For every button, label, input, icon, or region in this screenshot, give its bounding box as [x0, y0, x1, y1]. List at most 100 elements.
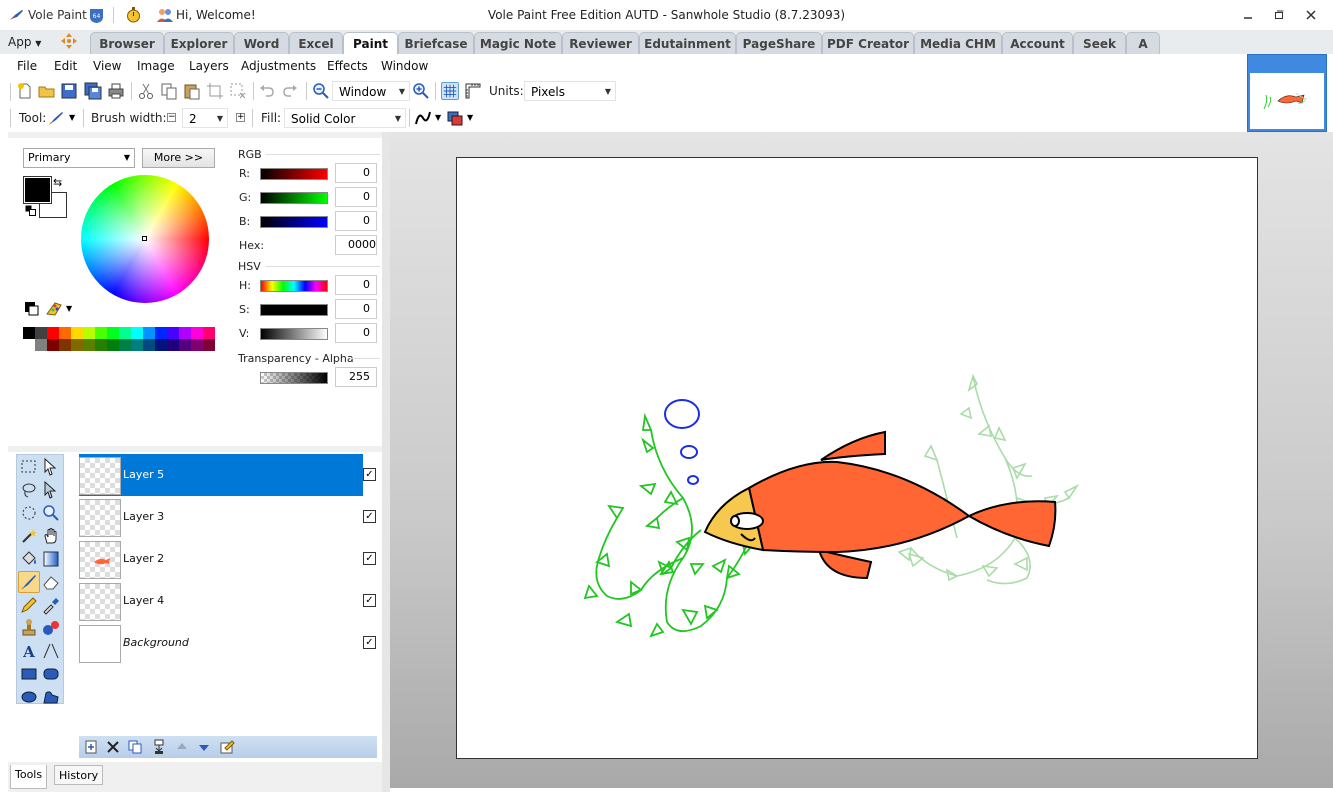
palette-swatch[interactable]	[167, 327, 179, 339]
menu-adjustments[interactable]: Adjustments	[241, 58, 316, 74]
layer-visibility-checkbox[interactable]: ✓	[363, 552, 376, 565]
palette-swatch[interactable]	[35, 327, 47, 339]
paintbrush-tool-selected[interactable]	[18, 571, 40, 593]
layer-visibility-checkbox[interactable]: ✓	[363, 594, 376, 607]
palette-swatch[interactable]	[95, 327, 107, 339]
move-layer-down-icon[interactable]	[196, 739, 212, 755]
color-mode-select[interactable]: Primary ▼	[23, 148, 135, 168]
layer-visibility-checkbox[interactable]: ✓	[363, 468, 376, 481]
palette-swatch[interactable]	[143, 339, 155, 351]
grid-toggle-icon[interactable]	[441, 82, 459, 100]
tab-edutainment[interactable]: Edutainment	[639, 32, 736, 54]
palette-swatch[interactable]	[155, 327, 167, 339]
palette-swatch[interactable]	[59, 327, 71, 339]
hex-value[interactable]: 000000	[335, 235, 377, 255]
reset-colors-icon[interactable]	[25, 205, 36, 216]
rectangle-select-icon[interactable]	[19, 457, 39, 477]
layer-row-layer-2[interactable]: Layer 2	[79, 538, 363, 580]
app-menu[interactable]: App ▼	[8, 33, 41, 53]
tab-pdf-creator[interactable]: PDF Creator	[822, 32, 914, 54]
palette-swatch[interactable]	[47, 327, 59, 339]
more-colors-button[interactable]: More >>	[142, 148, 215, 168]
open-folder-icon[interactable]	[38, 82, 56, 100]
palette-swatch[interactable]	[23, 327, 35, 339]
zoom-in-icon[interactable]	[412, 82, 430, 100]
tab-explorer[interactable]: Explorer	[164, 32, 234, 54]
paint-bucket-icon[interactable]	[19, 549, 39, 569]
new-file-icon[interactable]	[16, 82, 34, 100]
alpha-slider[interactable]	[260, 372, 328, 384]
tab-magic-note[interactable]: Magic Note	[474, 32, 562, 54]
freeform-shape-icon[interactable]	[41, 687, 61, 707]
tab-browser[interactable]: Browser	[90, 32, 164, 54]
palette-swatch[interactable]	[59, 339, 71, 351]
blue-slider[interactable]	[260, 216, 328, 228]
tab-excel[interactable]: Excel	[289, 32, 343, 54]
blend-mode-icon[interactable]	[446, 109, 464, 127]
workspace-splitter[interactable]	[382, 132, 390, 792]
red-slider[interactable]	[260, 168, 328, 180]
tab-word[interactable]: Word	[234, 32, 289, 54]
save-icon[interactable]	[60, 82, 78, 100]
tab-pageshare[interactable]: PageShare	[736, 32, 822, 54]
eraser-icon[interactable]	[41, 572, 61, 592]
tab-tools[interactable]: Tools	[10, 765, 48, 789]
menu-file[interactable]: File	[17, 58, 37, 74]
minimize-button[interactable]	[1233, 6, 1263, 26]
close-button[interactable]	[1296, 6, 1326, 26]
line-curve-icon[interactable]	[41, 641, 61, 661]
move-pixels-icon[interactable]	[41, 480, 61, 500]
layer-properties-icon[interactable]	[219, 739, 235, 755]
tab-briefcase[interactable]: Briefcase	[398, 32, 474, 54]
menu-image[interactable]: Image	[137, 58, 175, 74]
move-selection-icon[interactable]	[41, 457, 61, 477]
layer-row-layer-4[interactable]: Layer 4	[79, 580, 363, 622]
palette-swatch[interactable]	[191, 327, 203, 339]
pan-hand-icon[interactable]	[41, 526, 61, 546]
alpha-value[interactable]: 255	[335, 367, 377, 387]
hue-slider[interactable]	[260, 280, 328, 292]
green-slider[interactable]	[260, 192, 328, 204]
current-tool-paintbrush-icon[interactable]	[48, 110, 64, 126]
hue-value[interactable]: 0	[335, 275, 377, 295]
clone-stamp-icon[interactable]	[19, 618, 39, 638]
tab-history[interactable]: History	[54, 765, 104, 785]
tool-dropdown-icon[interactable]: ▼	[69, 113, 75, 122]
palette-swatch[interactable]	[119, 327, 131, 339]
palette-swatch[interactable]	[107, 327, 119, 339]
palette-swatch[interactable]	[131, 339, 143, 351]
cut-icon[interactable]	[137, 82, 155, 100]
antialiasing-dropdown-icon[interactable]: ▼	[435, 113, 441, 122]
merge-layer-down-icon[interactable]	[151, 739, 167, 755]
palette-swatch[interactable]	[107, 339, 119, 351]
menu-edit[interactable]: Edit	[54, 58, 77, 74]
menu-view[interactable]: View	[93, 58, 121, 74]
primary-color-swatch[interactable]	[23, 176, 52, 204]
ruler-icon[interactable]	[464, 82, 482, 100]
green-value[interactable]: 0	[335, 187, 377, 207]
layer-row-layer-5[interactable]: Layer 5	[79, 454, 363, 496]
layer-visibility-checkbox[interactable]: ✓	[363, 636, 376, 649]
restore-button[interactable]	[1264, 6, 1294, 26]
text-tool-icon[interactable]: A	[19, 641, 39, 661]
palette-swatch[interactable]	[47, 339, 59, 351]
palette-swatch[interactable]	[203, 339, 215, 351]
tab-account[interactable]: Account	[1002, 32, 1073, 54]
palette-swatch[interactable]	[71, 327, 83, 339]
fill-select[interactable]: Solid Color ▼	[284, 108, 406, 128]
palette-swatch[interactable]	[83, 327, 95, 339]
layer-row-layer-3[interactable]: Layer 3	[79, 496, 363, 538]
rectangle-shape-icon[interactable]	[19, 664, 39, 684]
duplicate-layer-icon[interactable]	[127, 739, 143, 755]
pencil-icon[interactable]	[19, 595, 39, 615]
move-layer-up-icon[interactable]	[174, 739, 190, 755]
menu-window[interactable]: Window	[381, 58, 428, 74]
blue-value[interactable]: 0	[335, 211, 377, 231]
palette-icon[interactable]	[45, 300, 63, 316]
crop-icon[interactable]	[206, 82, 224, 100]
magic-wand-icon[interactable]	[19, 526, 39, 546]
panel-splitter[interactable]	[8, 446, 382, 452]
recolor-icon[interactable]	[41, 618, 61, 638]
layer-row-background[interactable]: Background	[79, 622, 363, 664]
tab-paint[interactable]: Paint	[343, 32, 398, 55]
